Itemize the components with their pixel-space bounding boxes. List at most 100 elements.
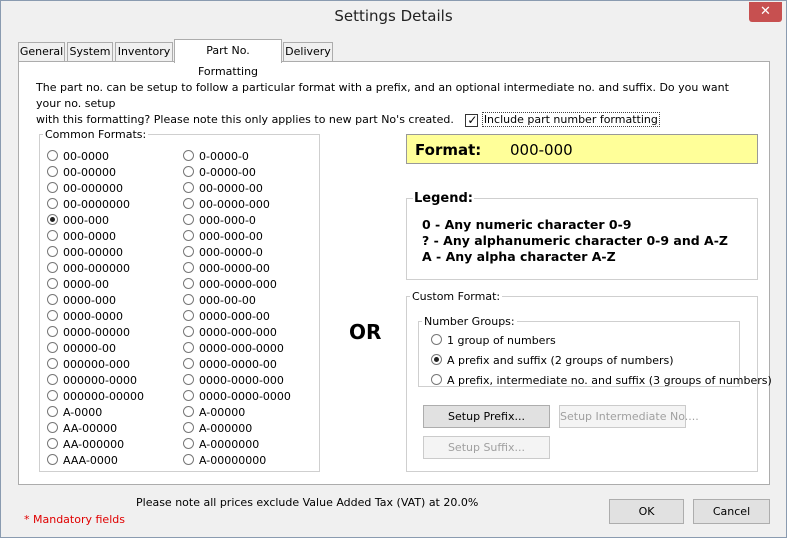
format-option[interactable]: AA-00000 xyxy=(47,422,117,436)
format-option[interactable]: 0000-000-000 xyxy=(183,326,277,340)
include-formatting-checkbox-wrap[interactable]: Include part number formatting xyxy=(465,112,660,128)
format-option-radio[interactable] xyxy=(47,438,58,449)
setup-suffix-button[interactable]: Setup Suffix... xyxy=(423,436,550,459)
format-option[interactable]: 000000-0000 xyxy=(47,374,137,388)
format-option-radio[interactable] xyxy=(47,326,58,337)
format-option[interactable]: AA-000000 xyxy=(47,438,124,452)
format-option-radio[interactable] xyxy=(47,150,58,161)
format-option[interactable]: 000-000 xyxy=(47,214,109,228)
format-option-radio[interactable] xyxy=(47,374,58,385)
tab-delivery[interactable]: Delivery xyxy=(283,42,333,62)
format-option[interactable]: 0000-0000-00 xyxy=(183,358,277,372)
format-option-radio[interactable] xyxy=(183,406,194,417)
format-option[interactable]: A-00000 xyxy=(183,406,245,420)
tab-inventory[interactable]: Inventory xyxy=(115,42,173,62)
radio-3-groups-dot[interactable] xyxy=(431,374,442,385)
format-option[interactable]: 0000-000-0000 xyxy=(183,342,284,356)
format-option-radio[interactable] xyxy=(47,246,58,257)
format-option-radio[interactable] xyxy=(47,422,58,433)
tab-system[interactable]: System xyxy=(67,42,113,62)
format-option-radio[interactable] xyxy=(183,246,194,257)
include-formatting-label[interactable]: Include part number formatting xyxy=(481,112,660,127)
format-option-radio[interactable] xyxy=(47,262,58,273)
radio-2-groups-dot[interactable] xyxy=(431,354,442,365)
tab-part-no-formatting[interactable]: Part No. Formatting xyxy=(174,39,282,78)
format-option[interactable]: 000-0000-0 xyxy=(183,246,263,260)
format-option[interactable]: A-0000000 xyxy=(183,438,259,452)
cancel-button[interactable]: Cancel xyxy=(693,499,770,524)
format-option[interactable]: 00-0000000 xyxy=(47,198,130,212)
format-option[interactable]: 00-00000 xyxy=(47,166,116,180)
format-option-radio[interactable] xyxy=(183,294,194,305)
format-option-radio[interactable] xyxy=(183,454,194,465)
format-option-radio[interactable] xyxy=(183,278,194,289)
format-option[interactable]: 0000-0000-0000 xyxy=(183,390,291,404)
format-option-radio[interactable] xyxy=(183,342,194,353)
format-option[interactable]: 00-0000-000 xyxy=(183,198,270,212)
format-option-radio[interactable] xyxy=(47,310,58,321)
format-option[interactable]: 0000-000-00 xyxy=(183,310,270,324)
format-option-radio[interactable] xyxy=(47,166,58,177)
format-option[interactable]: 00000-00 xyxy=(47,342,116,356)
format-option[interactable]: 00-000000 xyxy=(47,182,123,196)
format-option[interactable]: 0000-00 xyxy=(47,278,109,292)
format-option[interactable]: AAA-0000 xyxy=(47,454,118,468)
setup-prefix-button[interactable]: Setup Prefix... xyxy=(423,405,550,428)
format-option-radio[interactable] xyxy=(183,230,194,241)
format-option-radio[interactable] xyxy=(47,182,58,193)
tab-general[interactable]: General xyxy=(18,42,65,62)
format-option-radio[interactable] xyxy=(183,182,194,193)
setup-intermediate-button[interactable]: Setup Intermediate No.... xyxy=(559,405,699,428)
format-option-radio[interactable] xyxy=(47,406,58,417)
include-formatting-checkbox[interactable] xyxy=(465,112,479,128)
format-option-radio[interactable] xyxy=(183,422,194,433)
format-option-radio[interactable] xyxy=(183,374,194,385)
format-option-radio[interactable] xyxy=(183,358,194,369)
format-option[interactable]: 000-0000-000 xyxy=(183,278,277,292)
format-option-radio[interactable] xyxy=(183,438,194,449)
ok-button[interactable]: OK xyxy=(609,499,684,524)
format-option[interactable]: 000-000-0 xyxy=(183,214,256,228)
format-option[interactable]: A-000000 xyxy=(183,422,252,436)
format-option[interactable]: 0-0000-00 xyxy=(183,166,256,180)
format-option[interactable]: 0000-0000-000 xyxy=(183,374,284,388)
radio-3-groups[interactable]: A prefix, intermediate no. and suffix (3… xyxy=(431,374,772,388)
format-option[interactable]: 0000-00000 xyxy=(47,326,130,340)
format-option-radio[interactable] xyxy=(47,342,58,353)
format-option-radio[interactable] xyxy=(47,390,58,401)
format-option-radio[interactable] xyxy=(183,262,194,273)
format-option[interactable]: A-0000 xyxy=(47,406,102,420)
format-option[interactable]: 000-00-00 xyxy=(183,294,256,308)
format-option[interactable]: 000-00000 xyxy=(47,246,123,260)
format-option[interactable]: 000-0000-00 xyxy=(183,262,270,276)
format-option[interactable]: 0000-000 xyxy=(47,294,116,308)
format-option-radio[interactable] xyxy=(183,166,194,177)
format-option[interactable]: A-00000000 xyxy=(183,454,266,468)
format-option-radio[interactable] xyxy=(183,150,194,161)
close-button[interactable]: ✕ xyxy=(749,2,782,22)
format-option[interactable]: 00-0000 xyxy=(47,150,109,164)
format-option[interactable]: 0000-0000 xyxy=(47,310,123,324)
format-option[interactable]: 000000-000 xyxy=(47,358,130,372)
format-option[interactable]: 0-0000-0 xyxy=(183,150,249,164)
format-option-radio[interactable] xyxy=(183,214,194,225)
radio-1-group-dot[interactable] xyxy=(431,334,442,345)
format-option-radio[interactable] xyxy=(47,198,58,209)
format-option-radio[interactable] xyxy=(183,310,194,321)
format-option-radio[interactable] xyxy=(47,214,58,225)
format-option-radio[interactable] xyxy=(47,294,58,305)
radio-2-groups[interactable]: A prefix and suffix (2 groups of numbers… xyxy=(431,354,674,368)
format-option-radio[interactable] xyxy=(183,198,194,209)
format-option[interactable]: 00-0000-00 xyxy=(183,182,263,196)
format-option-radio[interactable] xyxy=(183,326,194,337)
format-option-radio[interactable] xyxy=(47,278,58,289)
format-option-radio[interactable] xyxy=(47,230,58,241)
format-option-radio[interactable] xyxy=(183,390,194,401)
format-option[interactable]: 000-000-00 xyxy=(183,230,263,244)
format-option[interactable]: 000-0000 xyxy=(47,230,116,244)
format-option[interactable]: 000-000000 xyxy=(47,262,130,276)
format-option[interactable]: 000000-00000 xyxy=(47,390,144,404)
format-option-radio[interactable] xyxy=(47,358,58,369)
format-option-radio[interactable] xyxy=(47,454,58,465)
radio-1-group[interactable]: 1 group of numbers xyxy=(431,334,556,348)
